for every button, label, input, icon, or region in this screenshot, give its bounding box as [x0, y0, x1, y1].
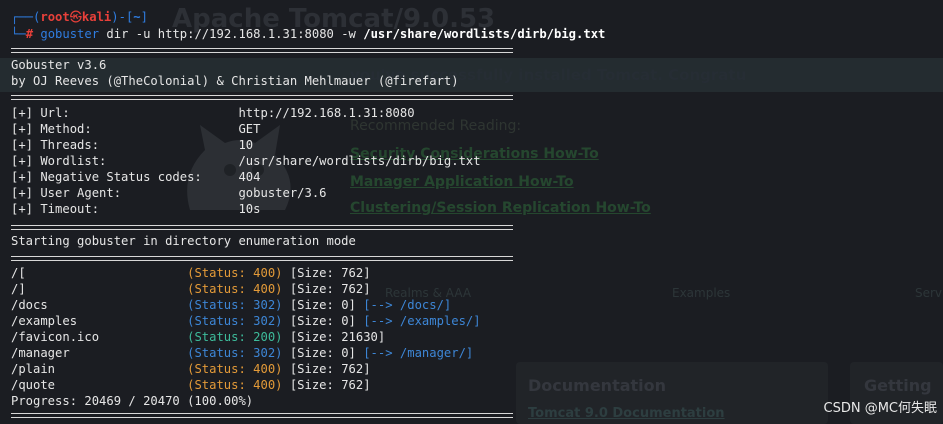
config-label: [+] Wordlist: — [11, 154, 239, 168]
result-status: (Status: 302) — [187, 346, 283, 360]
prompt-corner-bottom: └─ — [11, 27, 26, 41]
prompt-user: root — [40, 10, 70, 24]
prompt-host: kali — [81, 10, 112, 24]
result-row: /[ (Status: 400) [Size: 762] — [11, 265, 371, 281]
result-size: [Size: 762] — [282, 282, 371, 296]
separator — [11, 256, 513, 261]
prompt-cwd: ~ — [133, 10, 141, 24]
config-label: [+] Negative Status codes: — [11, 170, 239, 184]
result-path: /] — [11, 282, 188, 296]
result-size: [Size: 762] — [282, 362, 371, 376]
result-status: (Status: 302) — [187, 314, 283, 328]
terminal-output: ┌──(root㉿kali)-[~] └─# gobuster dir -u h… — [0, 0, 943, 424]
prompt-symbol: # — [25, 27, 34, 41]
result-status: (Status: 400) — [187, 378, 283, 392]
config-label: [+] Url: — [11, 106, 239, 120]
csdn-watermark: CSDN @MC何失眠 — [823, 401, 938, 416]
command-args: dir -u http://192.168.1.31:8080 -w — [99, 27, 364, 41]
prompt-end: ] — [140, 10, 148, 24]
result-size: [Size: 0] — [282, 314, 356, 328]
config-row: [+] Threads: 10 — [11, 137, 253, 153]
result-status: (Status: 400) — [187, 266, 283, 280]
separator — [11, 48, 513, 53]
result-status: (Status: 302) — [187, 298, 283, 312]
config-label: [+] Method: — [11, 122, 239, 136]
result-row: /manager (Status: 302) [Size: 0] [--> /m… — [11, 345, 473, 361]
config-value: /usr/share/wordlists/dirb/big.txt — [238, 154, 481, 168]
separator — [11, 95, 513, 100]
config-label: [+] Threads: — [11, 138, 239, 152]
config-row: [+] Wordlist: /usr/share/wordlists/dirb/… — [11, 153, 481, 169]
result-row: /quote (Status: 400) [Size: 762] — [11, 377, 371, 393]
command-line[interactable]: └─# gobuster dir -u http://192.168.1.31:… — [11, 26, 605, 42]
result-size: [Size: 0] — [282, 346, 356, 360]
config-label: [+] User Agent: — [11, 186, 239, 200]
prompt-mid: )-[ — [111, 10, 134, 24]
result-row: /docs (Status: 302) [Size: 0] [--> /docs… — [11, 297, 451, 313]
start-message: Starting gobuster in directory enumerati… — [11, 234, 356, 248]
result-redirect: [--> /examples/] — [355, 314, 481, 328]
config-row: [+] User Agent: gobuster/3.6 — [11, 185, 327, 201]
separator — [11, 413, 513, 418]
gobuster-authors: by OJ Reeves (@TheColonial) & Christian … — [11, 74, 459, 88]
config-value: 404 — [238, 170, 261, 184]
prompt-line: ┌──(root㉿kali)-[~] — [11, 9, 148, 25]
prompt-separator-icon: ㉿ — [69, 10, 82, 24]
result-status: (Status: 400) — [187, 282, 283, 296]
config-value: http://192.168.1.31:8080 — [238, 106, 415, 120]
config-label: [+] Timeout: — [11, 202, 239, 216]
result-status: (Status: 400) — [187, 362, 283, 376]
config-row: [+] Url: http://192.168.1.31:8080 — [11, 105, 415, 121]
result-status: (Status: 200) — [187, 330, 283, 344]
result-size: [Size: 0] — [282, 298, 356, 312]
config-row: [+] Timeout: 10s — [11, 201, 260, 217]
result-redirect: [--> /manager/] — [355, 346, 474, 360]
prompt-corner: ┌──( — [11, 10, 41, 24]
command-wordlist: /usr/share/wordlists/dirb/big.txt — [363, 27, 606, 41]
result-size: [Size: 21630] — [282, 330, 386, 344]
result-path: /docs — [11, 298, 188, 312]
result-path: /quote — [11, 378, 188, 392]
result-path: /manager — [11, 346, 188, 360]
gobuster-version: Gobuster v3.6 — [11, 58, 107, 72]
separator — [11, 225, 513, 230]
result-row: /] (Status: 400) [Size: 762] — [11, 281, 371, 297]
config-value: GET — [238, 122, 261, 136]
result-row: /examples (Status: 302) [Size: 0] [--> /… — [11, 313, 481, 329]
result-path: /plain — [11, 362, 188, 376]
config-row: [+] Method: GET — [11, 121, 260, 137]
result-redirect: [--> /docs/] — [355, 298, 452, 312]
result-row: /favicon.ico (Status: 200) [Size: 21630] — [11, 329, 385, 345]
result-size: [Size: 762] — [282, 266, 371, 280]
result-path: /[ — [11, 266, 188, 280]
progress-line: Progress: 20469 / 20470 (100.00%) — [11, 394, 254, 408]
config-value: gobuster/3.6 — [238, 186, 327, 200]
config-value: 10 — [238, 138, 254, 152]
result-path: /favicon.ico — [11, 330, 188, 344]
result-row: /plain (Status: 400) [Size: 762] — [11, 361, 371, 377]
config-value: 10s — [238, 202, 261, 216]
command-binary: gobuster — [40, 27, 100, 41]
result-size: [Size: 762] — [282, 378, 371, 392]
result-path: /examples — [11, 314, 188, 328]
config-row: [+] Negative Status codes: 404 — [11, 169, 260, 185]
